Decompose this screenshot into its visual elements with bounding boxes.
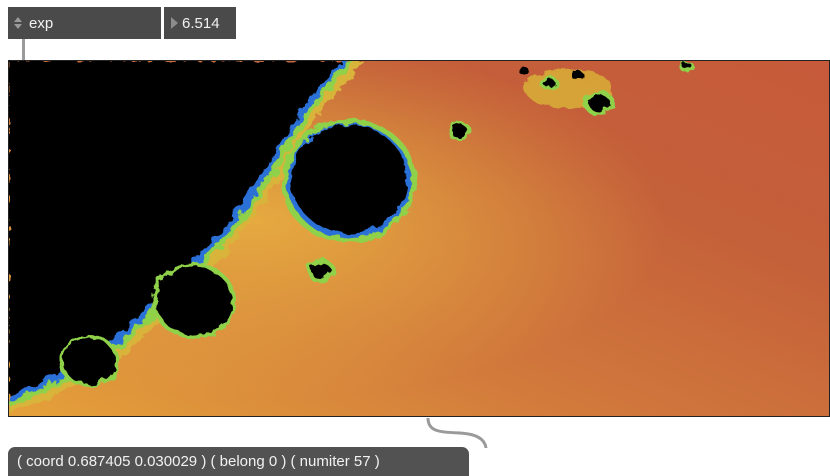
umenu-dropdown[interactable]: exp	[8, 7, 161, 39]
message-box[interactable]: ( coord 0.687405 0.030029 ) ( belong 0 )…	[8, 447, 469, 476]
fractal-display[interactable]	[8, 60, 830, 417]
umenu-selected-label: exp	[29, 14, 54, 32]
dropdown-arrows-icon	[14, 17, 22, 29]
triangle-right-icon	[171, 17, 178, 29]
patch-cord	[22, 39, 25, 61]
fractal-render	[9, 61, 829, 416]
number-box[interactable]: 6.514	[164, 7, 236, 39]
number-value: 6.514	[182, 14, 220, 32]
message-text: ( coord 0.687405 0.030029 ) ( belong 0 )…	[17, 453, 380, 470]
